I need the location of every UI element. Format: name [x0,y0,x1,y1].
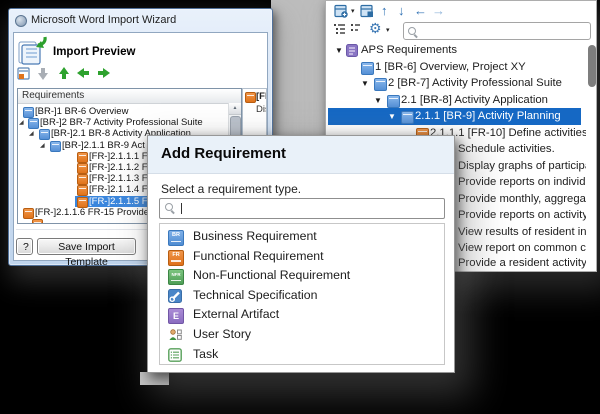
scrollbar-up-icon[interactable]: ▲ [229,103,241,115]
project-icon [346,44,358,57]
tree-item-selected[interactable]: ▼ 2.1.1 [BR-9] Activity Planning [327,108,586,125]
move-down-icon[interactable] [37,67,50,80]
move-left-icon[interactable]: ← [414,3,427,18]
expander-icon[interactable]: ▼ [374,92,382,109]
search-icon [408,27,416,35]
add-requirement-icon[interactable] [334,4,349,18]
expander-icon[interactable]: ▼ [388,108,396,125]
panel-scrollbar-thumb[interactable] [588,45,596,87]
functional-requirement-icon [32,219,43,223]
import-template-icon[interactable] [17,67,31,81]
tree-item[interactable]: [BR-]1 BR-6 Overview [18,106,229,117]
preview-requirement-text: Displ [256,104,267,115]
dropdown-caret-icon[interactable]: ▾ [351,7,355,15]
move-left-icon[interactable] [77,67,90,80]
type-search-field[interactable] [159,198,445,219]
move-up-icon[interactable]: ↑ [381,3,388,18]
business-requirement-icon [374,78,387,91]
window-icon [15,15,27,27]
non-functional-requirement-icon: NFR [168,269,184,285]
requirement-type-list: BR Business Requirement FR Functional Re… [159,223,445,365]
type-option-business-requirement[interactable]: BR Business Requirement [160,227,444,247]
tree-item[interactable]: ▼ 2 [BR-7] Activity Professional Suite [327,75,586,92]
move-right-icon[interactable] [97,67,110,80]
type-option-task[interactable]: Task [160,345,444,365]
expander-icon[interactable]: ▼ [361,75,369,92]
business-requirement-icon [401,111,414,124]
search-input[interactable] [420,23,588,39]
import-preview-title: Import Preview [53,46,135,58]
gear-icon[interactable]: ⚙ [369,20,382,37]
tree-item-root[interactable]: ▼ APS Requirements [327,42,586,59]
tree-item[interactable]: ▼ 2.1 [BR-8] Activity Application [327,92,586,109]
move-right-icon[interactable]: → [432,3,445,18]
type-option-user-story[interactable]: User Story [160,325,444,345]
add-requirement-dialog: Add Requirement Select a requirement typ… [147,135,455,373]
dialog-subtitle: Select a requirement type. [161,182,301,196]
business-requirement-icon [361,62,374,75]
external-artifact-icon: E [168,308,184,324]
task-icon [168,348,182,362]
dialog-title: Add Requirement [161,145,286,162]
type-option-technical-specification[interactable]: Technical Specification [160,286,444,306]
business-requirement-icon: BR [168,230,184,246]
window-title: Microsoft Word Import Wizard [31,14,176,26]
tree-item[interactable]: 1 [BR-6] Overview, Project XY [327,59,586,76]
import-preview-icon [17,35,49,66]
preview-requirement-tag: [FR-] [256,91,267,102]
add-child-requirement-icon[interactable] [360,4,375,18]
expander-icon[interactable]: ▼ [335,42,343,59]
type-search-input[interactable] [176,199,442,218]
tree-item[interactable]: ◢ [BR-]2 BR-7 Activity Professional Suit… [18,117,229,128]
composite-screenshot: Microsoft Word Import Wizard Import Prev… [0,0,600,414]
move-up-icon[interactable] [57,67,70,80]
type-option-external-artifact[interactable]: E External Artifact [160,305,444,325]
type-option-functional-requirement[interactable]: FR Functional Requirement [160,247,444,267]
save-import-template-button[interactable]: Save Import Template [37,238,136,255]
user-story-icon [168,328,182,342]
tree-column-header[interactable]: Requirements [18,89,241,104]
functional-requirement-icon: FR [168,250,184,266]
collapse-all-icon[interactable] [333,22,347,36]
search-icon [165,203,173,211]
type-option-non-functional-requirement[interactable]: NFR Non-Functional Requirement [160,266,444,286]
decorative-chip [140,372,169,385]
technical-specification-icon [168,289,182,303]
dropdown-caret-icon[interactable]: ▾ [386,26,390,34]
panel-search-field[interactable] [403,22,591,40]
business-requirement-icon [387,95,400,108]
help-button[interactable]: ? [16,238,33,255]
move-down-icon[interactable]: ↓ [398,3,405,18]
expand-all-icon[interactable] [350,22,364,36]
functional-requirement-icon [245,92,256,103]
